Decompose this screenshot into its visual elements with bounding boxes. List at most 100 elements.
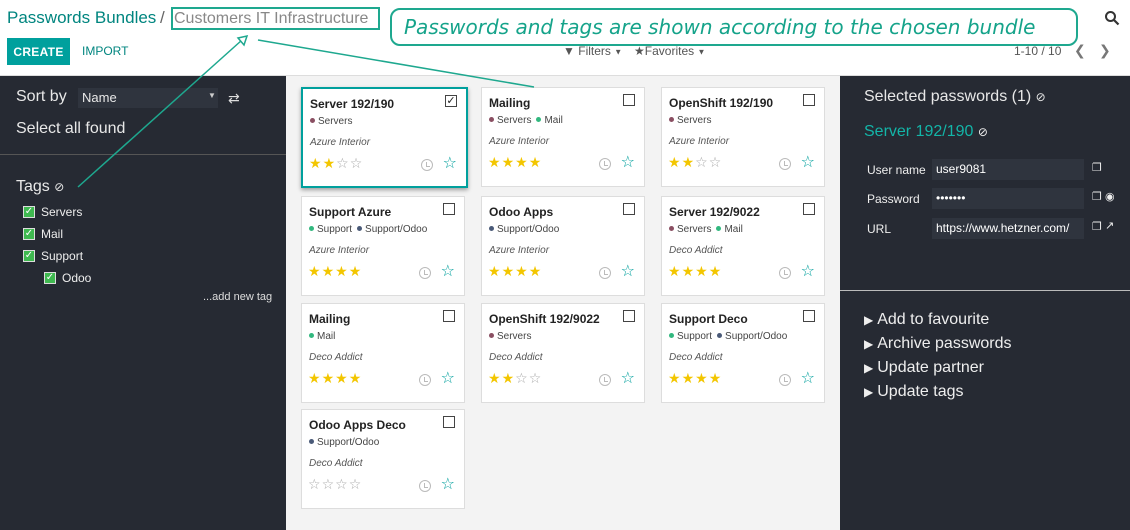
chevron-left-icon[interactable]: ❮ (1074, 42, 1086, 59)
import-button[interactable]: IMPORT (82, 44, 128, 58)
favourite-star-icon[interactable]: ☆ (801, 261, 815, 281)
ban-icon[interactable]: ⊘ (1036, 90, 1046, 104)
star-empty-icon[interactable]: ☆ (529, 370, 543, 386)
star-empty-icon[interactable]: ☆ (336, 155, 350, 171)
checkbox-icon[interactable] (803, 310, 815, 322)
chevron-right-icon[interactable]: ❯ (1099, 42, 1111, 59)
star-filled-icon[interactable]: ★ (668, 263, 682, 279)
star-filled-icon[interactable]: ★ (335, 370, 349, 386)
star-empty-icon[interactable]: ☆ (335, 476, 349, 492)
favourite-star-icon[interactable]: ☆ (621, 368, 635, 388)
star-empty-icon[interactable]: ☆ (709, 154, 723, 170)
password-card[interactable]: Odoo Apps Deco Support/Odoo Deco Addict ☆☆☆… (301, 409, 465, 509)
star-filled-icon[interactable]: ★ (349, 370, 363, 386)
pager-value[interactable]: 1-10 / 10 (1014, 44, 1061, 58)
star-filled-icon[interactable]: ★ (488, 370, 502, 386)
add-new-tag-link[interactable]: ...add new tag (203, 291, 272, 303)
priority-stars[interactable]: ★★★★ (488, 263, 542, 280)
password-card[interactable]: OpenShift 192/190 Servers Azure Interior ★★… (661, 87, 825, 187)
checkbox-icon[interactable] (443, 203, 455, 215)
action-update-tags[interactable]: ▶ Update tags (864, 383, 964, 401)
password-card[interactable]: Mailing Servers Mail Azure Interior ★★★★ ☆ (481, 87, 645, 187)
checkbox-icon[interactable] (623, 203, 635, 215)
checkbox-checked-icon[interactable]: ✓ (445, 95, 457, 107)
star-filled-icon[interactable]: ★ (309, 155, 323, 171)
selected-record-link[interactable]: Server 192/190 (864, 123, 973, 140)
copy-icon[interactable]: ❐ (1092, 190, 1102, 203)
password-card[interactable]: Support Deco Support Support/Odoo Deco Addi… (661, 303, 825, 403)
favourite-star-icon[interactable]: ☆ (441, 368, 455, 388)
clock-icon[interactable] (599, 158, 611, 170)
favourite-star-icon[interactable]: ☆ (441, 474, 455, 494)
ban-icon[interactable]: ⊘ (978, 125, 988, 139)
sort-select[interactable]: Name (78, 88, 218, 108)
favourite-star-icon[interactable]: ☆ (621, 261, 635, 281)
password-card[interactable]: Server 192/190 ✓ Servers Azure Interior ★★☆☆… (301, 87, 468, 188)
password-field[interactable]: ••••••• (932, 188, 1084, 209)
star-filled-icon[interactable]: ★ (322, 370, 336, 386)
star-empty-icon[interactable]: ☆ (322, 476, 336, 492)
priority-stars[interactable]: ★★★★ (668, 263, 722, 280)
checkbox-icon[interactable] (803, 94, 815, 106)
priority-stars[interactable]: ★★★★ (488, 154, 542, 171)
password-card[interactable]: Mailing Mail Deco Addict ★★★★ ☆ (301, 303, 465, 403)
clock-icon[interactable] (599, 374, 611, 386)
star-filled-icon[interactable]: ★ (488, 263, 502, 279)
password-card[interactable]: OpenShift 192/9022 Servers Deco Addict ★★☆☆… (481, 303, 645, 403)
star-filled-icon[interactable]: ★ (529, 263, 543, 279)
favourite-star-icon[interactable]: ☆ (441, 261, 455, 281)
tag-item-support[interactable]: ✓ Support (23, 249, 83, 263)
password-card[interactable]: Server 192/9022 Servers Mail Deco Addict ★★★… (661, 196, 825, 296)
priority-stars[interactable]: ★★☆☆ (309, 155, 363, 172)
action-update-partner[interactable]: ▶ Update partner (864, 359, 984, 377)
priority-stars[interactable]: ★★★★ (308, 370, 362, 387)
star-filled-icon[interactable]: ★ (709, 370, 723, 386)
favourite-star-icon[interactable]: ☆ (443, 153, 457, 173)
star-filled-icon[interactable]: ★ (515, 154, 529, 170)
clock-icon[interactable] (419, 267, 431, 279)
priority-stars[interactable]: ★★☆☆ (668, 154, 722, 171)
copy-icon[interactable]: ❐ (1092, 220, 1102, 233)
star-filled-icon[interactable]: ★ (682, 154, 696, 170)
checkbox-icon[interactable] (623, 310, 635, 322)
star-filled-icon[interactable]: ★ (502, 263, 516, 279)
checkbox-checked-icon[interactable]: ✓ (44, 272, 56, 284)
action-archive-passwords[interactable]: ▶ Archive passwords (864, 335, 1012, 353)
tag-item-servers[interactable]: ✓ Servers (23, 205, 82, 219)
star-filled-icon[interactable]: ★ (668, 370, 682, 386)
priority-stars[interactable]: ☆☆☆☆ (308, 476, 362, 493)
priority-stars[interactable]: ★★☆☆ (488, 370, 542, 387)
star-filled-icon[interactable]: ★ (515, 263, 529, 279)
favourite-star-icon[interactable]: ☆ (801, 368, 815, 388)
favourite-star-icon[interactable]: ☆ (801, 152, 815, 172)
star-empty-icon[interactable]: ☆ (695, 154, 709, 170)
clock-icon[interactable] (779, 267, 791, 279)
star-filled-icon[interactable]: ★ (308, 263, 322, 279)
password-card[interactable]: Support Azure Support Support/Odoo Azure In… (301, 196, 465, 296)
password-card[interactable]: Odoo Apps Support/Odoo Azure Interior ★★★★ ☆ (481, 196, 645, 296)
action-add-to-favourite[interactable]: ▶ Add to favourite (864, 311, 989, 329)
star-filled-icon[interactable]: ★ (322, 263, 336, 279)
star-empty-icon[interactable]: ☆ (349, 476, 363, 492)
clock-icon[interactable] (419, 480, 431, 492)
checkbox-checked-icon[interactable]: ✓ (23, 250, 35, 262)
create-button[interactable]: CREATE (7, 38, 70, 65)
star-filled-icon[interactable]: ★ (308, 370, 322, 386)
filters-dropdown[interactable]: ▼ Filters ▼ (563, 44, 622, 58)
eye-icon[interactable]: ◉ (1105, 190, 1115, 203)
favorites-dropdown[interactable]: ★Favorites ▼ (634, 44, 705, 58)
checkbox-icon[interactable] (803, 203, 815, 215)
star-empty-icon[interactable]: ☆ (515, 370, 529, 386)
star-filled-icon[interactable]: ★ (668, 154, 682, 170)
star-filled-icon[interactable]: ★ (695, 370, 709, 386)
checkbox-icon[interactable] (623, 94, 635, 106)
clock-icon[interactable] (779, 158, 791, 170)
star-filled-icon[interactable]: ★ (349, 263, 363, 279)
favourite-star-icon[interactable]: ☆ (621, 152, 635, 172)
star-filled-icon[interactable]: ★ (502, 370, 516, 386)
star-filled-icon[interactable]: ★ (529, 154, 543, 170)
select-all-link[interactable]: Select all found (16, 120, 125, 138)
external-link-icon[interactable]: ↗ (1105, 219, 1114, 232)
star-filled-icon[interactable]: ★ (695, 263, 709, 279)
star-empty-icon[interactable]: ☆ (308, 476, 322, 492)
